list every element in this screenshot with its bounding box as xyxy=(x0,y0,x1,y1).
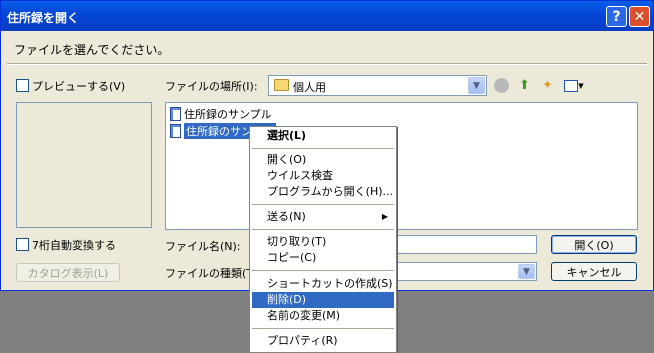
filetype-label: ファイルの種類(T): xyxy=(165,267,262,280)
menu-item-send-to[interactable]: 送る(N) ▶ xyxy=(252,209,394,225)
up-folder-icon[interactable]: ⬆ xyxy=(516,77,533,94)
menu-separator xyxy=(252,204,394,205)
window-title: 住所録を開く xyxy=(7,11,80,25)
preview-checkbox-label[interactable]: プレビューする(V) xyxy=(32,78,125,94)
folder-icon xyxy=(274,79,289,91)
help-icon: ? xyxy=(612,8,621,25)
title-bar[interactable]: 住所録を開く xyxy=(1,1,653,31)
lookin-value: 個人用 xyxy=(293,81,326,94)
menu-item-rename[interactable]: 名前の変更(M) xyxy=(252,308,394,324)
preview-checkbox[interactable] xyxy=(16,79,29,92)
menu-item-open-with[interactable]: プログラムから開く(H)... xyxy=(252,184,394,200)
chevron-down-icon[interactable]: ▼ xyxy=(468,77,485,94)
new-folder-icon[interactable]: ✦ xyxy=(539,77,556,94)
zip-convert-label[interactable]: 7桁自動変換する xyxy=(32,237,116,253)
chevron-down-icon[interactable]: ▼ xyxy=(518,264,535,279)
preview-pane xyxy=(16,102,152,228)
open-button[interactable]: 開く(O) xyxy=(551,235,637,254)
menu-separator xyxy=(252,328,394,329)
cancel-button[interactable]: キャンセル xyxy=(551,262,637,281)
file-list[interactable]: 住所録のサンプル 住所録のサンプル xyxy=(165,102,638,230)
menu-item-cut[interactable]: 切り取り(T) xyxy=(252,234,394,250)
menu-item-copy[interactable]: コピー(C) xyxy=(252,250,394,266)
list-item[interactable]: 住所録のサンプル xyxy=(170,106,272,122)
menu-separator xyxy=(252,229,394,230)
menu-separator xyxy=(252,270,394,271)
close-icon: ✕ xyxy=(633,8,646,25)
menu-item-open[interactable]: 開く(O) xyxy=(252,152,394,168)
menu-item-delete[interactable]: 削除(D) xyxy=(252,292,394,308)
menu-item-properties[interactable]: プロパティ(R) xyxy=(252,333,394,349)
menu-item-select[interactable]: 選択(L) xyxy=(252,128,394,144)
zip-convert-checkbox[interactable] xyxy=(16,238,29,251)
menu-separator xyxy=(252,148,394,149)
document-icon xyxy=(170,124,181,138)
back-icon[interactable] xyxy=(493,77,510,94)
context-menu: 選択(L) 開く(O) ウイルス検査 プログラムから開く(H)... 送る(N)… xyxy=(249,126,397,353)
menu-item-virus-scan[interactable]: ウイルス検査 xyxy=(252,168,394,184)
help-button[interactable]: ? xyxy=(606,6,627,27)
document-icon xyxy=(170,107,181,121)
close-button[interactable]: ✕ xyxy=(629,6,650,27)
filename-label: ファイル名(N): xyxy=(165,240,241,253)
divider xyxy=(7,63,647,65)
catalog-button[interactable]: カタログ表示(L) xyxy=(16,263,120,282)
view-menu-icon[interactable]: ▼ xyxy=(563,77,585,94)
lookin-label: ファイルの場所(I): xyxy=(165,80,258,93)
menu-item-create-shortcut[interactable]: ショートカットの作成(S) xyxy=(252,276,394,292)
submenu-arrow-icon: ▶ xyxy=(381,212,388,221)
lookin-combo[interactable]: 個人用 ▼ xyxy=(268,75,487,96)
instruction-text: ファイルを選んでください。 xyxy=(14,43,170,57)
